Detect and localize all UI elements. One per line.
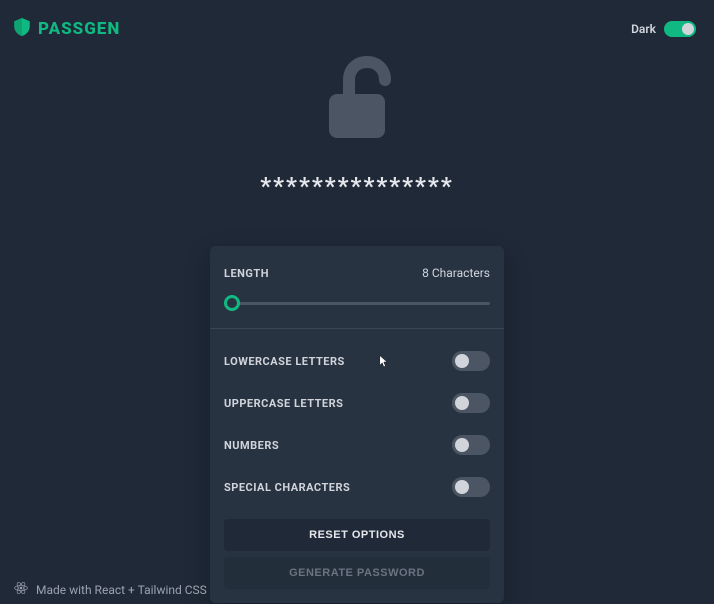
unlock-icon [319, 54, 395, 144]
react-icon [14, 581, 28, 598]
length-slider[interactable] [224, 294, 490, 312]
password-display: *************** [260, 172, 453, 200]
reset-button[interactable]: RESET OPTIONS [224, 519, 490, 551]
special-toggle[interactable] [452, 477, 490, 497]
lowercase-label: LOWERCASE LETTERS [224, 355, 345, 368]
lowercase-toggle[interactable] [452, 351, 490, 371]
special-label: SPECIAL CHARACTERS [224, 481, 350, 494]
shield-icon [14, 18, 30, 40]
theme-toggle[interactable] [664, 21, 696, 37]
footer: Made with React + Tailwind CSS [0, 573, 221, 604]
brand: PASSGEN [14, 18, 120, 40]
numbers-label: NUMBERS [224, 439, 279, 452]
brand-name: PASSGEN [38, 19, 120, 39]
uppercase-label: UPPERCASE LETTERS [224, 397, 343, 410]
generate-button[interactable]: GENERATE PASSWORD [224, 557, 490, 589]
length-label: LENGTH [224, 267, 269, 280]
uppercase-toggle[interactable] [452, 393, 490, 413]
length-value: 8 Characters [422, 266, 490, 280]
options-panel: LENGTH 8 Characters LOWERCASE LETTERS UP… [210, 246, 504, 603]
footer-text: Made with React + Tailwind CSS [36, 583, 207, 597]
theme-label: Dark [631, 22, 656, 36]
numbers-toggle[interactable] [452, 435, 490, 455]
